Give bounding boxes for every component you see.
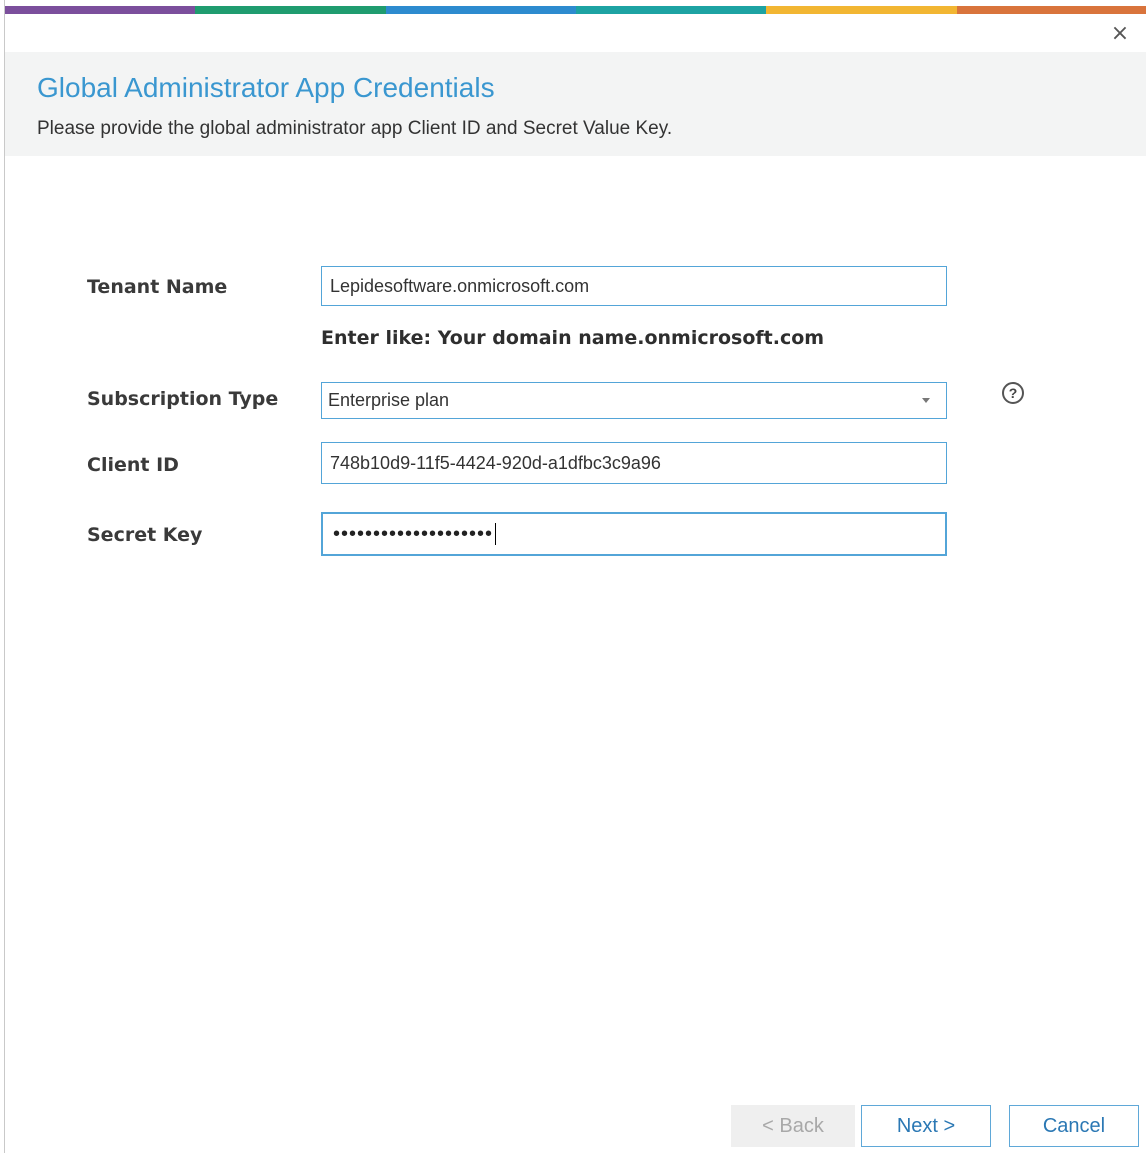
- credentials-dialog: × Global Administrator App Credentials P…: [4, 0, 1146, 1153]
- back-button[interactable]: < Back: [731, 1105, 855, 1147]
- secret-key-masked-value: ••••••••••••••••••••: [333, 522, 494, 545]
- client-id-label: Client ID: [87, 454, 179, 476]
- accent-segment-green: [195, 6, 386, 14]
- accent-segment-blue: [385, 6, 576, 14]
- secret-key-input[interactable]: ••••••••••••••••••••: [321, 512, 947, 556]
- client-id-input[interactable]: [321, 442, 947, 484]
- accent-segment-purple: [5, 6, 196, 14]
- accent-segment-teal: [575, 6, 767, 14]
- secret-key-label: Secret Key: [87, 524, 203, 546]
- dialog-header: Global Administrator App Credentials Ple…: [5, 52, 1146, 156]
- help-icon[interactable]: ?: [1002, 382, 1024, 404]
- tenant-name-input[interactable]: [321, 266, 947, 306]
- subscription-type-value: Enterprise plan: [328, 390, 450, 410]
- page-subtitle: Please provide the global administrator …: [37, 118, 673, 139]
- page-title: Global Administrator App Credentials: [37, 72, 495, 103]
- accent-segment-orange: [956, 6, 1146, 14]
- tenant-name-label: Tenant Name: [87, 276, 228, 298]
- subscription-type-label: Subscription Type: [87, 388, 279, 410]
- tenant-name-hint: Enter like: Your domain name.onmicrosoft…: [321, 327, 825, 349]
- cancel-button[interactable]: Cancel: [1009, 1105, 1139, 1147]
- subscription-type-select[interactable]: Enterprise plan: [321, 382, 947, 419]
- text-caret: [495, 523, 497, 545]
- accent-color-strip: [5, 6, 1146, 14]
- next-button[interactable]: Next >: [861, 1105, 991, 1147]
- accent-segment-yellow: [766, 6, 957, 14]
- chevron-down-icon[interactable]: [922, 398, 930, 403]
- close-icon[interactable]: ×: [1108, 22, 1132, 46]
